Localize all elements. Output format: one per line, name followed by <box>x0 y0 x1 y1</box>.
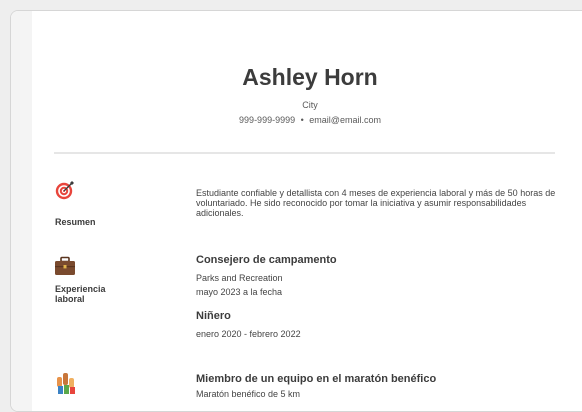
job-dates-1: mayo 2023 a la fecha <box>196 287 283 297</box>
briefcase-icon <box>55 256 75 275</box>
target-icon <box>55 181 74 200</box>
volunteer-detail: Maratón benéfico de 5 km <box>196 389 301 399</box>
phone-number: 999-999-9999 <box>239 115 296 125</box>
section-label-experience: Experiencia laboral <box>55 284 106 304</box>
job-title-2: Niñero <box>196 310 231 322</box>
email-address: email@email.com <box>309 115 381 125</box>
summary-text: Estudiante confiable y detallista con 4 … <box>196 188 556 218</box>
contact-separator: • <box>300 115 304 125</box>
candidate-city: City <box>302 100 318 110</box>
volunteer-title: Miembro de un equipo en el maratón benéf… <box>196 373 437 385</box>
raised-hands-icon <box>57 373 75 394</box>
job-title-1: Consejero de campamento <box>196 254 337 266</box>
job-company-1: Parks and Recreation <box>196 273 283 283</box>
job-dates-2: enero 2020 - febrero 2022 <box>196 329 301 339</box>
section-label-experience-line1: Experiencia <box>55 284 106 294</box>
section-label-summary: Resumen <box>55 217 96 227</box>
section-label-experience-line2: laboral <box>55 294 85 304</box>
candidate-name: Ashley Horn <box>242 64 378 90</box>
contact-line: 999-999-9999 • email@email.com <box>11 115 582 125</box>
resume-card: Ashley Horn City 999-999-9999 • email@em… <box>10 10 582 412</box>
header-divider <box>54 152 555 154</box>
